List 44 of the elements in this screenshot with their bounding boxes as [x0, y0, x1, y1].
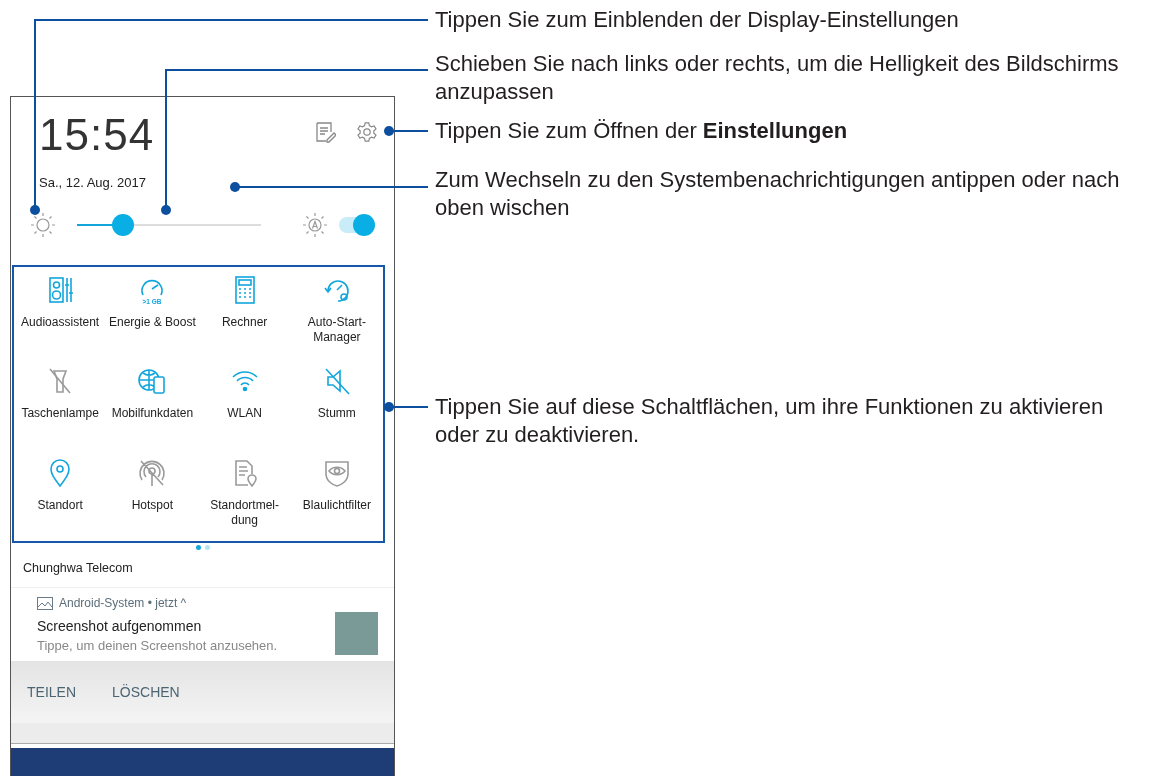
callout-text: Tippen Sie auf diese Schaltflächen, um ihre Funktionen zu aktivieren oder zu deaktivieren.: [435, 393, 1105, 449]
quick-setting-tile[interactable]: Mobilfunkdaten: [106, 358, 199, 450]
carrier-name: Chunghwa Telecom: [22, 560, 134, 577]
image-icon: [37, 596, 53, 610]
tile-label: Energie & Boost: [108, 315, 197, 330]
notification-text: Tippe, um deinen Screenshot anzusehen.: [37, 638, 278, 653]
notification-source: Android-System • jetzt ^: [59, 596, 187, 610]
quick-setting-tile[interactable]: WLAN: [198, 358, 291, 450]
quick-setting-tile[interactable]: Hotspot: [106, 449, 199, 541]
action-button[interactable]: TEILEN: [27, 684, 76, 700]
sun-icon: [29, 211, 57, 239]
auto-brightness-icon: [301, 211, 329, 239]
tile-label: Audioassistent: [20, 315, 101, 330]
quick-setting-tile[interactable]: Standort: [14, 449, 107, 541]
auto-brightness-toggle[interactable]: [339, 217, 373, 233]
quick-setting-tile[interactable]: Stumm: [290, 358, 383, 450]
tile-label: Auto-Start-Manager: [306, 315, 367, 345]
edit-list-icon[interactable]: [314, 121, 336, 143]
quick-setting-tile[interactable]: Blaulichtfilter: [290, 449, 383, 541]
clock-time: 15:54: [39, 111, 155, 159]
notification-title: Screenshot aufgenommen: [37, 618, 203, 634]
quick-setting-tile[interactable]: Audioassistent: [14, 267, 107, 359]
callout-text: Zum Wechseln zu den Systembenachrichtigungen antippen oder nach oben wischen: [435, 166, 1121, 222]
quick-setting-tile[interactable]: Rechner: [198, 267, 291, 359]
tile-label: Standortmel-dung: [209, 497, 280, 528]
tile-label: Mobilfunkdaten: [110, 406, 195, 422]
tile-label: Stumm: [316, 406, 357, 422]
callout-text: Schieben Sie nach links oder rechts, um die Helligkeit des Bildschirms anzupassen: [435, 50, 1120, 106]
tile-label: WLAN: [226, 406, 263, 422]
tile-label: Hotspot: [130, 497, 175, 513]
tile-label: Blaulichtfilter: [301, 497, 372, 513]
quick-setting-tile[interactable]: Taschenlampe: [14, 358, 107, 450]
quick-setting-tile[interactable]: Auto-Start-Manager: [290, 267, 383, 359]
callout-text: Tippen Sie zum Einblenden der Display-Einstellungen: [435, 6, 960, 34]
date-label: Sa., 12. Aug. 2017: [39, 175, 147, 190]
screenshot-thumbnail: [335, 612, 378, 655]
settings-icon[interactable]: [356, 121, 378, 143]
action-button[interactable]: LÖSCHEN: [112, 684, 180, 700]
tile-label: Standort: [36, 497, 84, 513]
quick-setting-tile[interactable]: Standortmel-dung: [198, 449, 291, 541]
tile-label: Taschenlampe: [20, 406, 100, 422]
tile-label: Rechner: [220, 315, 269, 330]
slider-thumb[interactable]: [112, 214, 134, 236]
callout-text: Tippen Sie zum Öffnen der Einstellungen: [435, 117, 849, 145]
